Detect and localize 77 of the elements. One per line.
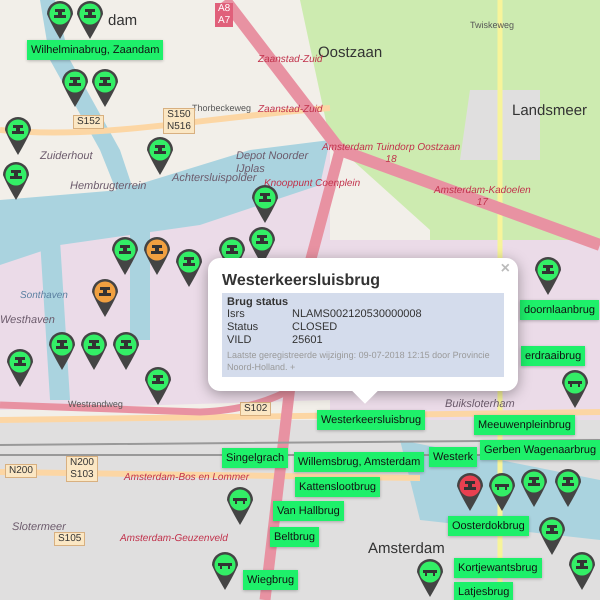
bridge-label[interactable]: Singelgrach (222, 448, 288, 468)
map-marker[interactable] (91, 68, 119, 108)
map-marker[interactable] (76, 0, 104, 40)
map-marker[interactable] (226, 486, 254, 526)
field-value: 25601 (292, 334, 324, 347)
last-change-note: Laatste geregistreerde wijziging: 09-07-2018 12:15 door Provincie Noord-Holland. + (227, 349, 491, 373)
bridge-label[interactable]: doornlaanbrug (520, 300, 599, 320)
map-label: Landsmeer (512, 102, 588, 120)
bridge-label[interactable]: Wilhelminabrug, Zaandam (27, 40, 164, 60)
popup-title: Westerkeersluisbrug (222, 272, 381, 290)
map-label: Slotermeer (12, 521, 66, 534)
road-shield: N200 S103 (66, 456, 98, 482)
bridge-label[interactable]: Kortjewantsbrug (454, 558, 542, 578)
bridge-label[interactable]: Latjesbrug (454, 582, 514, 600)
map-marker[interactable] (111, 236, 139, 276)
map-marker[interactable] (6, 348, 34, 388)
bridge-label[interactable]: Oosterdokbrug (448, 516, 529, 536)
map-label: Amsterdam-Kadoelen 17 (434, 185, 531, 208)
map-marker[interactable] (488, 472, 516, 512)
map-label: Knooppunt Coenplein (264, 178, 360, 190)
road-shield: S150 N516 (163, 108, 195, 134)
map-marker[interactable] (61, 68, 89, 108)
bridge-label[interactable]: Beltbrug (270, 527, 319, 547)
bridge-label[interactable]: Gerben Wagenaarbrug (480, 440, 600, 460)
bridge-label[interactable]: Wiegbrug (243, 570, 298, 590)
map-marker[interactable] (538, 516, 566, 556)
map-label: Amsterdam-Bos en Lommer (124, 472, 250, 484)
map-marker[interactable] (456, 472, 484, 512)
bridge-label[interactable]: erdraaibrug (521, 346, 586, 366)
bridge-label[interactable]: Westerkeersluisbrug (317, 410, 426, 430)
map-label: Amsterdam Tuindorp Oostzaan 18 (322, 142, 460, 165)
map-marker[interactable] (568, 551, 596, 591)
map-label: Westrandweg (68, 399, 123, 410)
map-label: Amsterdam (368, 540, 445, 558)
map-marker[interactable] (46, 0, 74, 40)
road-shield: S105 (54, 532, 86, 546)
field-value: CLOSED (292, 321, 338, 334)
map-marker[interactable] (2, 161, 30, 201)
map-marker[interactable] (80, 331, 108, 371)
map-label: Thorbeckeweg (192, 103, 252, 114)
map-marker[interactable] (175, 248, 203, 288)
map-label: Achtersluispolder (172, 172, 256, 185)
map-label: Zaanstad-Zuid (258, 104, 322, 116)
map-label: Zuiderhout (40, 150, 93, 163)
road-shield: A8 A7 (215, 3, 234, 27)
map-marker[interactable] (112, 331, 140, 371)
map-marker[interactable] (416, 558, 444, 598)
bridge-label[interactable]: Meeuwenpleinbrug (474, 415, 575, 435)
map-label: Depot Noorder IJplas (236, 150, 308, 175)
field-label: Status (227, 321, 260, 334)
map-marker[interactable] (4, 116, 32, 156)
map-marker[interactable] (144, 366, 172, 406)
field-label: VILD (227, 334, 252, 347)
bridge-label[interactable]: Westerk (429, 447, 478, 467)
map-marker[interactable] (143, 236, 171, 276)
road-shield: S152 (73, 115, 104, 129)
map-label: Hembrugterrein (70, 180, 146, 193)
map-label: Sonthaven (20, 290, 68, 302)
map-marker[interactable] (520, 468, 548, 508)
section-heading: Brug status (227, 296, 290, 308)
map-label: Amsterdam-Geuzenveld (120, 533, 228, 544)
bridge-label[interactable]: Van Hallbrug (273, 501, 344, 521)
field-label: Isrs (227, 308, 246, 321)
map-label: dam (108, 12, 138, 30)
bridge-label[interactable]: Willemsbrug, Amsterdam (294, 452, 424, 472)
bridge-label[interactable]: Kattenslootbrug (295, 477, 380, 497)
map-marker[interactable] (534, 256, 562, 296)
field-value: NLAMS002120530000008 (292, 308, 423, 321)
map-label: Twiskeweg (470, 20, 514, 30)
map-marker[interactable] (561, 369, 589, 409)
map-marker[interactable] (211, 551, 239, 591)
map-marker[interactable] (48, 331, 76, 371)
map-marker[interactable] (91, 278, 119, 318)
road-shield: S102 (240, 402, 272, 416)
map-label: Westhaven (0, 314, 55, 327)
map-marker[interactable] (554, 468, 582, 508)
road-shield: N200 (5, 464, 37, 478)
